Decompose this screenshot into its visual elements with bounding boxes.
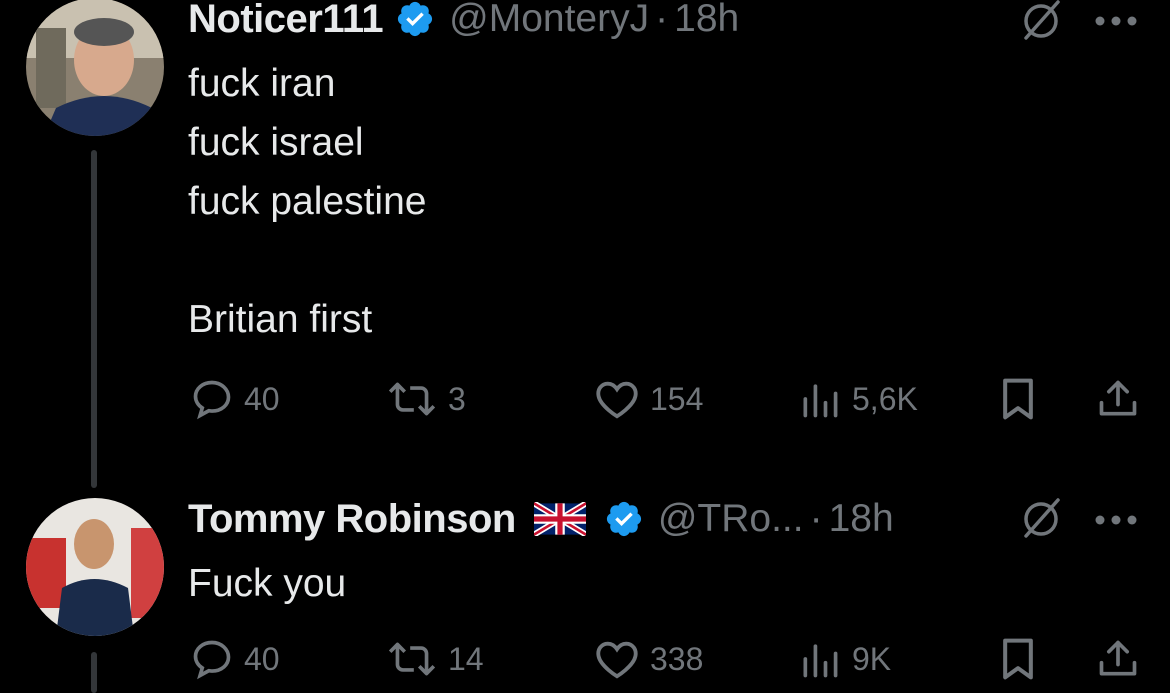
bookmark-button[interactable] xyxy=(998,374,1038,424)
avatar[interactable] xyxy=(26,0,164,136)
views-count: 9K xyxy=(852,640,892,677)
views-button[interactable]: 5,6K xyxy=(798,374,918,424)
views-button[interactable]: 9K xyxy=(798,634,891,684)
repost-count: 3 xyxy=(448,380,466,417)
timestamp[interactable]: 18h xyxy=(674,0,739,41)
reply-button[interactable]: 40 xyxy=(190,374,280,424)
more-icon[interactable] xyxy=(1094,513,1138,525)
reply-count: 40 xyxy=(244,640,280,677)
more-icon[interactable] xyxy=(1094,14,1138,26)
views-icon xyxy=(803,384,838,418)
repost-button[interactable]: 14 xyxy=(386,634,484,684)
reply-button[interactable]: 40 xyxy=(190,634,280,684)
bookmark-icon xyxy=(1003,638,1033,680)
tweet-header: Noticer111 @MonteryJ · 18h xyxy=(188,0,739,44)
reply-icon xyxy=(193,640,231,680)
tweet-text: fuck iran fuck israel fuck palestine Bri… xyxy=(188,62,427,341)
like-count: 154 xyxy=(650,380,704,417)
verified-badge-icon xyxy=(604,499,644,539)
avatar[interactable] xyxy=(26,498,164,636)
separator-dot: · xyxy=(809,497,823,540)
like-button[interactable]: 338 xyxy=(594,634,703,684)
author-handle[interactable]: @TRo... xyxy=(658,497,804,541)
tweet-2[interactable]: Tommy Robinson @TRo... · 18h Fuck you 40… xyxy=(0,480,1170,693)
timestamp[interactable]: 18h xyxy=(829,497,894,541)
share-icon xyxy=(1099,380,1137,416)
like-icon xyxy=(596,641,638,679)
repost-count: 14 xyxy=(448,640,484,677)
action-bar: 40 14 338 9K xyxy=(0,634,1170,684)
like-icon xyxy=(596,381,638,419)
verified-badge-icon xyxy=(395,0,435,39)
share-icon xyxy=(1099,640,1137,676)
grok-icon[interactable] xyxy=(1018,496,1064,542)
bookmark-icon xyxy=(1003,378,1033,420)
tweet-header: Tommy Robinson @TRo... · 18h xyxy=(188,494,894,544)
author-handle[interactable]: @MonteryJ xyxy=(449,0,649,41)
views-icon xyxy=(803,644,838,678)
repost-icon xyxy=(388,382,436,416)
reply-count: 40 xyxy=(244,380,280,417)
like-button[interactable]: 154 xyxy=(594,374,703,424)
grok-icon[interactable] xyxy=(1018,0,1064,44)
share-button[interactable] xyxy=(1096,634,1140,684)
bookmark-button[interactable] xyxy=(998,634,1038,684)
like-count: 338 xyxy=(650,640,704,677)
author-name[interactable]: Tommy Robinson xyxy=(188,497,516,542)
views-count: 5,6K xyxy=(852,380,918,417)
reply-icon xyxy=(193,380,231,420)
repost-button[interactable]: 3 xyxy=(386,374,466,424)
thread-line xyxy=(91,150,97,488)
action-bar: 40 3 154 5,6K xyxy=(0,374,1170,424)
uk-flag-icon xyxy=(532,500,588,538)
share-button[interactable] xyxy=(1096,374,1140,424)
tweet-text: Fuck you xyxy=(188,562,347,605)
tweet-1[interactable]: Noticer111 @MonteryJ · 18h fuck iran fuc… xyxy=(0,0,1170,488)
author-name[interactable]: Noticer111 xyxy=(188,0,384,42)
separator-dot: · xyxy=(655,0,669,40)
repost-icon xyxy=(388,642,436,676)
